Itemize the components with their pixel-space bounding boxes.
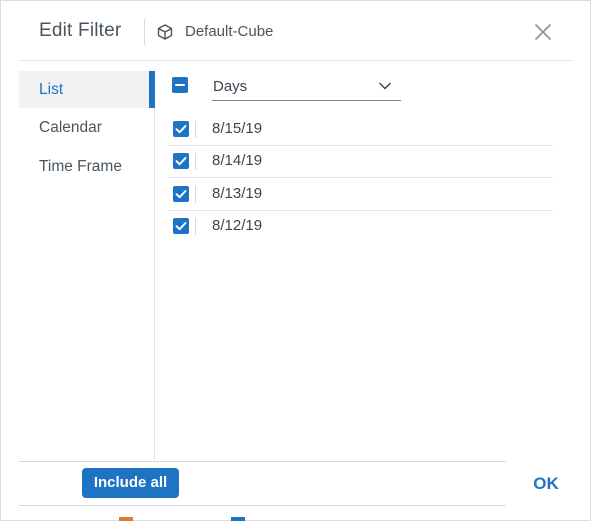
list-item[interactable]: 8/12/19 xyxy=(167,210,553,243)
close-icon[interactable] xyxy=(532,21,554,43)
row-label: 8/15/19 xyxy=(212,120,263,137)
include-all-button[interactable]: Include all xyxy=(82,468,179,498)
sidebar-item-calendar[interactable]: Calendar xyxy=(19,109,154,146)
sidebar-item-list[interactable]: List xyxy=(19,71,154,108)
ok-button[interactable]: OK xyxy=(526,472,566,496)
checkmark-icon xyxy=(175,157,187,166)
cube-name: Default-Cube xyxy=(185,23,274,40)
row-checkbox[interactable] xyxy=(173,218,189,234)
row-divider-vertical xyxy=(195,153,196,170)
legend-swatch xyxy=(231,517,245,521)
cube-icon xyxy=(157,24,173,40)
row-divider-vertical xyxy=(195,218,196,235)
footer-divider-top xyxy=(19,461,506,462)
level-select[interactable]: Days xyxy=(212,73,401,101)
select-all-checkbox[interactable] xyxy=(172,77,188,93)
row-divider-vertical xyxy=(195,121,196,138)
row-label: 8/12/19 xyxy=(212,217,263,234)
legend-swatch xyxy=(119,517,133,521)
checkmark-icon xyxy=(175,190,187,199)
filter-type-sidebar: List Calendar Time Frame xyxy=(19,71,155,461)
checkmark-icon xyxy=(175,222,187,231)
list-item[interactable]: 8/15/19 xyxy=(167,113,553,146)
row-label: 8/14/19 xyxy=(212,152,263,169)
level-select-value: Days xyxy=(213,78,248,95)
list-item[interactable]: 8/14/19 xyxy=(167,145,553,178)
checkmark-icon xyxy=(175,125,187,134)
sidebar-divider xyxy=(154,71,155,461)
row-label: 8/13/19 xyxy=(212,185,263,202)
sidebar-item-time-frame[interactable]: Time Frame xyxy=(19,148,154,185)
edit-filter-dialog: Edit Filter Default-Cube List Calendar T… xyxy=(0,0,591,521)
header-divider-line xyxy=(19,60,573,61)
dialog-title: Edit Filter xyxy=(39,20,122,41)
footer-divider-bottom xyxy=(19,505,506,506)
chevron-down-icon xyxy=(379,82,391,90)
background-legend-fragment xyxy=(119,514,379,521)
row-divider-vertical xyxy=(195,186,196,203)
dialog-header: Edit Filter Default-Cube xyxy=(1,1,590,61)
partial-check-icon xyxy=(175,84,185,86)
list-item[interactable]: 8/13/19 xyxy=(167,178,553,211)
active-tab-indicator xyxy=(149,71,155,108)
row-checkbox[interactable] xyxy=(173,121,189,137)
row-checkbox[interactable] xyxy=(173,153,189,169)
row-checkbox[interactable] xyxy=(173,186,189,202)
header-divider xyxy=(144,19,145,45)
